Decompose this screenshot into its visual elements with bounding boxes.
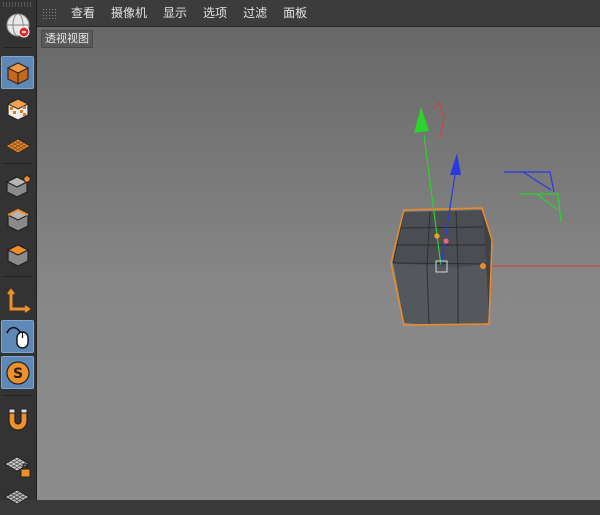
axis-mode-icon <box>6 287 31 313</box>
magnet-icon <box>7 408 28 431</box>
axis-mode-button[interactable] <box>1 284 34 317</box>
workplane-grid-icon <box>4 137 31 154</box>
svg-text:S: S <box>12 366 22 382</box>
toolbar-separator <box>4 47 32 48</box>
polygons-mode-icon <box>6 243 29 267</box>
cube-object[interactable] <box>390 207 493 326</box>
edges-mode-button[interactable] <box>1 203 34 236</box>
points-mode-button[interactable] <box>1 168 34 201</box>
model-mode-button[interactable] <box>1 56 34 89</box>
perspective-viewport[interactable]: 透视视图 <box>37 27 600 500</box>
snap-icon: S <box>5 360 30 385</box>
workplane-lock-icon <box>3 455 30 477</box>
workplane-lock-button[interactable] <box>1 448 34 481</box>
polygons-mode-button[interactable] <box>1 238 34 271</box>
x-axis-pivot[interactable] <box>480 263 486 269</box>
menu-panel[interactable]: 面板 <box>275 0 315 26</box>
z-axis-pivot[interactable] <box>443 238 449 244</box>
left-toolbar: S <box>0 0 37 505</box>
points-mode-icon <box>5 174 31 198</box>
snap-button[interactable]: S <box>1 356 34 389</box>
model-mode-cube-icon <box>6 61 29 85</box>
tweak-mouse-icon <box>5 326 29 349</box>
menu-filter[interactable]: 过滤 <box>235 0 275 26</box>
menu-options[interactable]: 选项 <box>195 0 235 26</box>
viewport-menu-bar: 查看 摄像机 显示 选项 过滤 面板 <box>37 0 600 27</box>
undo-view-globe-icon <box>6 13 29 37</box>
undo-view-button[interactable] <box>1 9 34 42</box>
grid-icon <box>3 488 30 505</box>
workplane-button[interactable] <box>1 128 34 161</box>
magnet-button[interactable] <box>1 402 34 435</box>
menu-display[interactable]: 显示 <box>155 0 195 26</box>
viewport-scene <box>390 100 600 326</box>
toolbar-grip[interactable] <box>3 2 33 7</box>
camera-gizmo[interactable] <box>504 171 562 223</box>
y-axis-pivot[interactable] <box>434 233 440 239</box>
texture-mode-button[interactable] <box>1 92 34 125</box>
toolbar-separator <box>4 395 32 396</box>
menu-view[interactable]: 查看 <box>63 0 103 26</box>
edges-mode-icon <box>6 208 29 232</box>
menu-grip-icon[interactable] <box>43 7 57 19</box>
texture-mode-cube-icon <box>6 97 29 121</box>
toolbar-separator <box>4 163 32 164</box>
tweak-mode-button[interactable] <box>1 320 34 353</box>
menu-cameras[interactable]: 摄像机 <box>103 0 155 26</box>
grid-button[interactable] <box>1 482 34 515</box>
toolbar-separator <box>4 276 32 277</box>
viewport-title: 透视视图 <box>41 30 93 48</box>
